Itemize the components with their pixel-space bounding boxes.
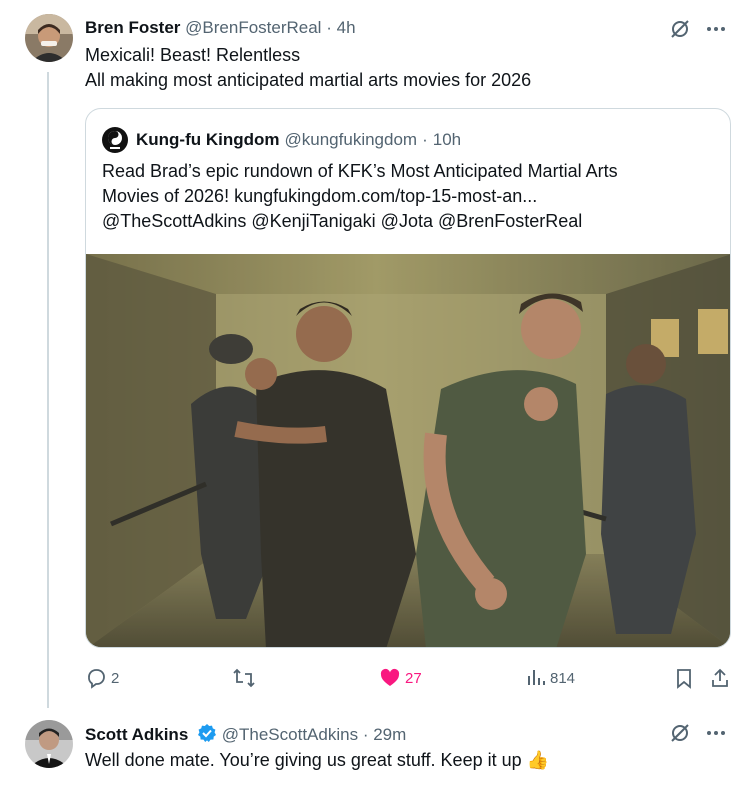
share-icon [712,668,728,687]
views-count: 814 [550,669,576,687]
quote-time[interactable]: 10h [433,129,461,151]
tweet-time[interactable]: 4h [337,18,356,37]
like-button[interactable]: 27 [379,667,422,689]
retweet-button[interactable] [232,667,256,689]
quote-header: Kung-fu Kingdom @kungfukingdom · 10h [102,127,461,153]
tweet-bren-foster[interactable]: Bren Foster @BrenFosterReal · 4h Mexical… [0,0,745,710]
avatar[interactable] [25,14,73,62]
thumbs-up-emoji: 👍 [526,750,550,770]
author-name[interactable]: Scott Adkins [85,725,188,744]
reply-count: 2 [111,669,120,687]
separator-dot: · [422,130,428,149]
views-icon [528,670,545,685]
bookmark-icon [677,669,691,689]
quoted-tweet[interactable]: Kung-fu Kingdom @kungfukingdom · 10h Rea… [85,108,731,648]
kfk-logo [102,127,128,153]
more-icon[interactable] [705,722,727,744]
author-handle[interactable]: @TheScottAdkins [222,725,358,744]
quote-text-line: Read Brad’s epic rundown of KFK’s Most A… [102,161,618,181]
tweet-header: Bren Foster @BrenFosterReal · 4h [85,17,356,39]
tweet-header: Scott Adkins @TheScottAdkins · 29m [85,723,406,746]
views-button[interactable]: 814 [526,667,575,689]
heart-icon [380,668,400,686]
share-button[interactable] [709,667,731,689]
grok-icon[interactable] [669,18,691,40]
tweet-text-line: All making most anticipated martial arts… [85,70,532,90]
tweet-text-line: Mexicali! Beast! Relentless [85,45,301,65]
tweet-text: Mexicali! Beast! Relentless All making m… [85,43,531,93]
separator-dot: · [326,18,332,37]
verified-icon [198,724,217,742]
tweet-time[interactable]: 29m [373,725,406,744]
retweet-icon [233,668,255,688]
reply-icon [88,669,105,689]
tweet-top-icons [669,722,727,744]
quote-media-image[interactable] [86,254,730,647]
quote-author-handle[interactable]: @kungfukingdom [285,129,418,151]
bookmark-button[interactable] [674,667,694,689]
author-handle[interactable]: @BrenFosterReal [185,18,321,37]
quote-text-line: @TheScottAdkins @KenjiTanigaki @Jota @Br… [102,211,583,231]
more-icon[interactable] [705,18,727,40]
quote-text: Read Brad’s epic rundown of KFK’s Most A… [102,159,712,234]
author-name[interactable]: Bren Foster [85,18,180,37]
separator-dot: · [362,725,369,744]
avatar[interactable] [25,720,73,768]
like-count: 27 [405,669,422,687]
tweet-text: Well done mate. You’re giving us great s… [85,748,549,773]
reply-button[interactable]: 2 [85,667,119,689]
quote-text-line: Movies of 2026! kungfukingdom.com/top-15… [102,186,538,206]
tweet-scott-adkins[interactable]: Scott Adkins @TheScottAdkins · 29m Well … [0,710,745,790]
quote-author-name[interactable]: Kung-fu Kingdom [136,129,280,151]
tweet-top-icons [669,18,727,40]
tweet-actions: 2 27 814 [85,664,735,694]
tweet-text-line: Well done mate. You’re giving us great s… [85,750,522,770]
grok-icon[interactable] [669,722,691,744]
